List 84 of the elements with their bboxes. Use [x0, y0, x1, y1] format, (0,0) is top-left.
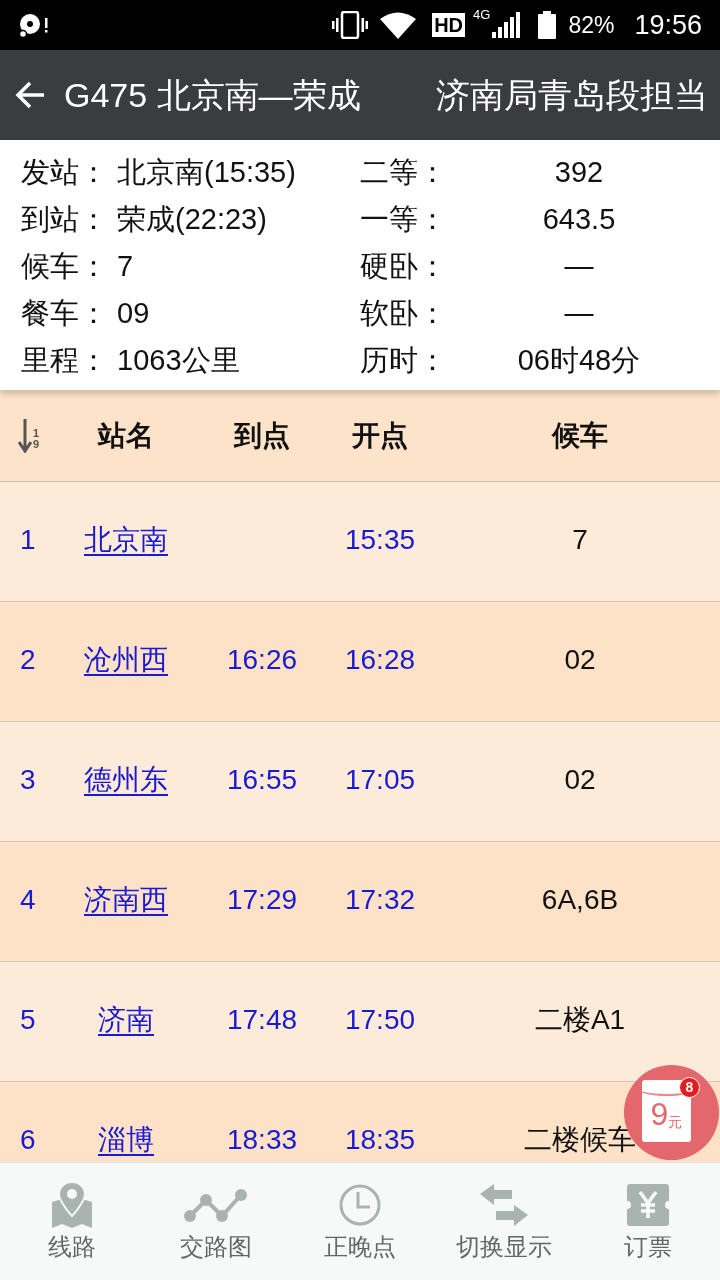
summary-value: 09	[117, 296, 151, 331]
down-arrow-icon	[18, 418, 32, 453]
station-link[interactable]: 沧州西	[84, 638, 168, 681]
stop-number: 5	[20, 1002, 37, 1037]
arrival-time: 17:29	[226, 882, 298, 917]
hd-badge: HD	[432, 13, 466, 37]
wifi-icon	[380, 11, 417, 39]
station-link[interactable]: 济南西	[84, 878, 168, 921]
summary-label: 发站：	[21, 155, 109, 190]
bureau-subtitle: 济南局青岛段担当	[436, 74, 708, 116]
signal-icon	[492, 12, 521, 38]
column-header: 到点	[232, 418, 291, 453]
battery-level: 82%	[568, 10, 615, 40]
summary-value: —	[563, 249, 595, 284]
departure-time: 15:35	[344, 522, 416, 557]
waiting-room: 6A,6B	[541, 882, 619, 917]
summary-label: 到站：	[21, 202, 109, 237]
summary-label: 里程：	[21, 343, 109, 378]
bottom-nav-button[interactable]: 交路图	[144, 1163, 288, 1280]
map-pin-icon	[52, 1182, 92, 1228]
summary-label: 候车：	[21, 249, 109, 284]
clock-time: 19:56	[634, 8, 702, 42]
bottom-nav-button[interactable]: 切换显示	[432, 1163, 576, 1280]
summary-value: 392	[553, 155, 605, 190]
waiting-room: 02	[564, 642, 596, 677]
waiting-room: 02	[564, 762, 596, 797]
column-header: 候车	[550, 418, 609, 453]
notification-count: 8	[679, 1077, 700, 1098]
departure-time: 17:50	[344, 1002, 416, 1037]
summary-label: 二等：	[360, 155, 448, 190]
summary-value: 北京南(15:35)	[117, 155, 297, 190]
timetable-row[interactable]: 5 济南 17:48 17:50 二楼A1	[0, 962, 720, 1082]
column-header: 站名	[96, 418, 155, 453]
train-title: G475 北京南—荣成	[64, 74, 361, 116]
swap-arrows-icon	[480, 1184, 528, 1226]
promo-unit: 元	[668, 1114, 683, 1130]
departure-time: 17:32	[344, 882, 416, 917]
summary-value: 06时48分	[516, 343, 642, 378]
vibrate-icon	[332, 11, 369, 39]
timetable-row[interactable]: 1 北京南 15:35 7	[0, 482, 720, 602]
route-line-icon	[184, 1187, 248, 1223]
station-link[interactable]: 济南	[98, 998, 154, 1041]
summary-value: 643.5	[541, 202, 617, 237]
network-type: 4G	[473, 8, 491, 21]
arrival-time: 17:48	[226, 1002, 298, 1037]
disc-alert-icon	[18, 12, 50, 38]
column-header: 开点	[351, 418, 409, 453]
timetable-row[interactable]: 4 济南西 17:29 17:32 6A,6B	[0, 842, 720, 962]
summary-label: 软卧：	[360, 296, 448, 331]
summary-label: 一等：	[360, 202, 448, 237]
arrival-time: 16:26	[226, 642, 298, 677]
stop-number: 4	[20, 882, 37, 917]
battery-icon	[538, 11, 557, 39]
bottom-nav-button[interactable]: 正晚点	[288, 1163, 432, 1280]
back-arrow-icon	[14, 80, 46, 110]
sort-button[interactable]: 1 9	[18, 418, 72, 453]
summary-value: 1063公里	[117, 343, 241, 378]
clock-icon	[339, 1184, 381, 1226]
summary-value: 荣成(22:23)	[117, 202, 268, 237]
summary-label: 餐车：	[21, 296, 109, 331]
station-link[interactable]: 德州东	[84, 758, 168, 801]
ticket-icon	[627, 1184, 669, 1226]
station-link[interactable]: 北京南	[84, 518, 168, 561]
waiting-room: 7	[572, 522, 588, 557]
departure-time: 17:05	[344, 762, 416, 797]
departure-time: 18:35	[344, 1122, 416, 1157]
summary-value: 7	[117, 249, 135, 284]
stop-number: 1	[20, 522, 37, 557]
waiting-room: 二楼A1	[534, 1002, 626, 1037]
stop-number: 3	[20, 762, 37, 797]
station-link[interactable]: 淄博	[98, 1118, 154, 1161]
departure-time: 16:28	[344, 642, 416, 677]
stop-number: 6	[20, 1122, 37, 1157]
arrival-time: 16:55	[226, 762, 298, 797]
arrival-time: 18:33	[226, 1122, 298, 1157]
timetable-row[interactable]: 3 德州东 16:55 17:05 02	[0, 722, 720, 842]
bottom-nav-button[interactable]: 订票	[576, 1163, 720, 1280]
stop-number: 2	[20, 642, 37, 677]
bottom-nav-button[interactable]: 线路	[0, 1163, 144, 1280]
timetable-row[interactable]: 2 沧州西 16:26 16:28 02	[0, 602, 720, 722]
summary-label: 硬卧：	[360, 249, 448, 284]
promo-amount: 9	[650, 1098, 669, 1130]
summary-label: 历时：	[360, 343, 448, 378]
summary-value: —	[563, 296, 595, 331]
